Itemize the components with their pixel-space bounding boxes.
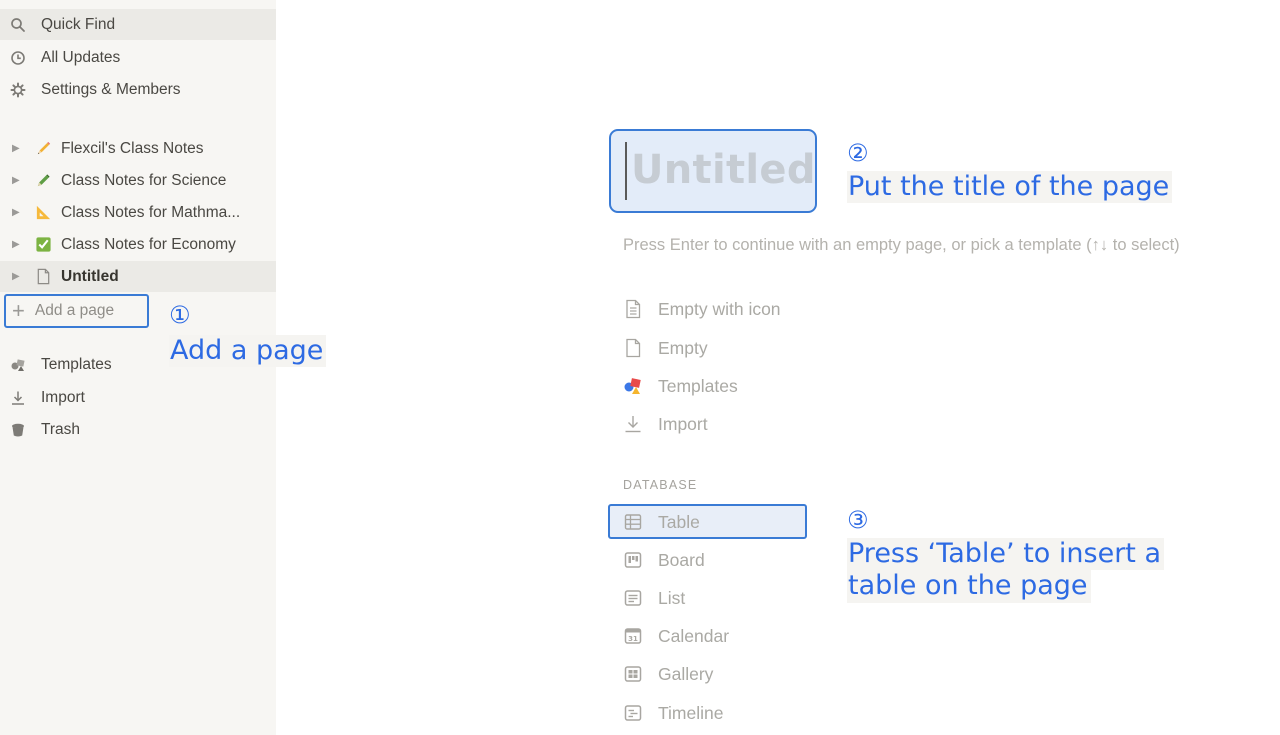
option-label: Import xyxy=(658,413,708,434)
option-label: Gallery xyxy=(658,663,714,684)
clock-icon xyxy=(9,49,27,67)
templates-label: Templates xyxy=(41,355,112,373)
gallery-icon xyxy=(622,663,644,685)
templates-icon xyxy=(622,375,644,397)
trash-label: Trash xyxy=(41,420,81,438)
option-calendar[interactable]: 31 Calendar xyxy=(622,619,729,653)
sidebar-page-flexcils-class-notes[interactable]: ▶ Flexcil's Class Notes xyxy=(0,133,276,164)
calendar-icon: 31 xyxy=(622,625,644,647)
page-icon xyxy=(34,268,52,286)
option-label: Calendar xyxy=(658,625,730,646)
option-label: Board xyxy=(658,549,705,570)
import-icon xyxy=(622,413,644,435)
expand-arrow-icon[interactable]: ▶ xyxy=(12,143,24,154)
page-title-input[interactable]: Untitled xyxy=(609,129,817,213)
page-icon xyxy=(622,337,644,359)
import-icon xyxy=(9,389,27,407)
step-number: ① xyxy=(169,301,191,329)
empty-page-hint: Press Enter to continue with an empty pa… xyxy=(623,236,1180,254)
step-text: Add a page xyxy=(169,335,327,368)
page-with-lines-icon xyxy=(622,298,644,320)
page-label: Flexcil's Class Notes xyxy=(61,139,204,157)
trash-icon xyxy=(9,421,27,439)
annotation-step-3: ③ Press ‘Table’ to insert a table on the… xyxy=(847,506,1165,603)
gear-icon xyxy=(9,81,27,99)
step-text-line-2: table on the page xyxy=(847,570,1091,603)
annotation-step-1: ① Add a page xyxy=(169,301,327,368)
option-table[interactable]: Table xyxy=(622,505,700,539)
option-empty[interactable]: Empty xyxy=(622,331,708,365)
templates-icon xyxy=(9,356,27,374)
option-label: Table xyxy=(658,511,700,532)
option-import[interactable]: Import xyxy=(622,407,708,441)
expand-arrow-icon[interactable]: ▶ xyxy=(12,175,24,186)
page-label: Class Notes for Mathma... xyxy=(61,203,241,221)
pen-icon xyxy=(34,172,52,190)
step-text-line-1: Press ‘Table’ to insert a xyxy=(847,538,1165,571)
step-number: ② xyxy=(847,139,869,167)
sidebar-page-class-notes-economy[interactable]: ▶ Class Notes for Economy xyxy=(0,229,276,260)
option-label: Timeline xyxy=(658,702,724,723)
all-updates-label: All Updates xyxy=(41,48,121,66)
add-page-button[interactable]: + Add a page xyxy=(4,294,149,328)
pencil-icon xyxy=(34,140,52,158)
sidebar-page-class-notes-science[interactable]: ▶ Class Notes for Science xyxy=(0,165,276,196)
checkbox-icon xyxy=(34,236,52,254)
title-placeholder: Untitled xyxy=(631,147,816,193)
option-gallery[interactable]: Gallery xyxy=(622,657,713,691)
settings-members-item[interactable]: Settings & Members xyxy=(0,74,276,105)
quick-find-label: Quick Find xyxy=(41,15,116,33)
option-timeline[interactable]: Timeline xyxy=(622,696,723,730)
option-label: Empty xyxy=(658,337,708,358)
search-icon xyxy=(9,16,27,34)
plus-icon: + xyxy=(12,298,25,323)
expand-arrow-icon[interactable]: ▶ xyxy=(12,239,24,250)
list-icon xyxy=(622,587,644,609)
text-caret xyxy=(625,142,627,200)
settings-members-label: Settings & Members xyxy=(41,80,181,98)
sidebar-page-class-notes-mathmatics[interactable]: ▶ Class Notes for Mathma... xyxy=(0,197,276,228)
sidebar-trash-item[interactable]: Trash xyxy=(0,414,276,445)
all-updates-item[interactable]: All Updates xyxy=(0,42,276,73)
option-label: Empty with icon xyxy=(658,298,781,319)
option-list[interactable]: List xyxy=(622,581,685,615)
sidebar-import-item[interactable]: Import xyxy=(0,382,276,413)
sidebar: Quick Find All Updates Settings & Member… xyxy=(0,0,276,735)
option-label: List xyxy=(658,587,686,608)
expand-arrow-icon[interactable]: ▶ xyxy=(12,207,24,218)
svg-text:31: 31 xyxy=(628,635,638,643)
page-label: Class Notes for Economy xyxy=(61,235,236,253)
option-empty-with-icon[interactable]: Empty with icon xyxy=(622,292,781,326)
timeline-icon xyxy=(622,702,644,724)
option-label: Templates xyxy=(658,375,738,396)
add-page-label: Add a page xyxy=(34,302,115,319)
import-label: Import xyxy=(41,388,85,406)
option-board[interactable]: Board xyxy=(622,543,705,577)
board-icon xyxy=(622,549,644,571)
step-number: ③ xyxy=(847,506,869,534)
database-heading: DATABASE xyxy=(623,478,698,492)
option-templates[interactable]: Templates xyxy=(622,369,738,403)
annotation-step-2: ② Put the title of the page xyxy=(847,139,1173,204)
expand-arrow-icon[interactable]: ▶ xyxy=(12,271,24,282)
quick-find-item[interactable]: Quick Find xyxy=(0,9,276,40)
page-label: Class Notes for Science xyxy=(61,171,227,189)
page-label: Untitled xyxy=(61,267,119,285)
sidebar-page-untitled[interactable]: ▶ Untitled xyxy=(0,261,276,292)
step-text: Put the title of the page xyxy=(847,171,1173,204)
table-icon xyxy=(622,511,644,533)
triangle-ruler-icon xyxy=(34,204,52,222)
